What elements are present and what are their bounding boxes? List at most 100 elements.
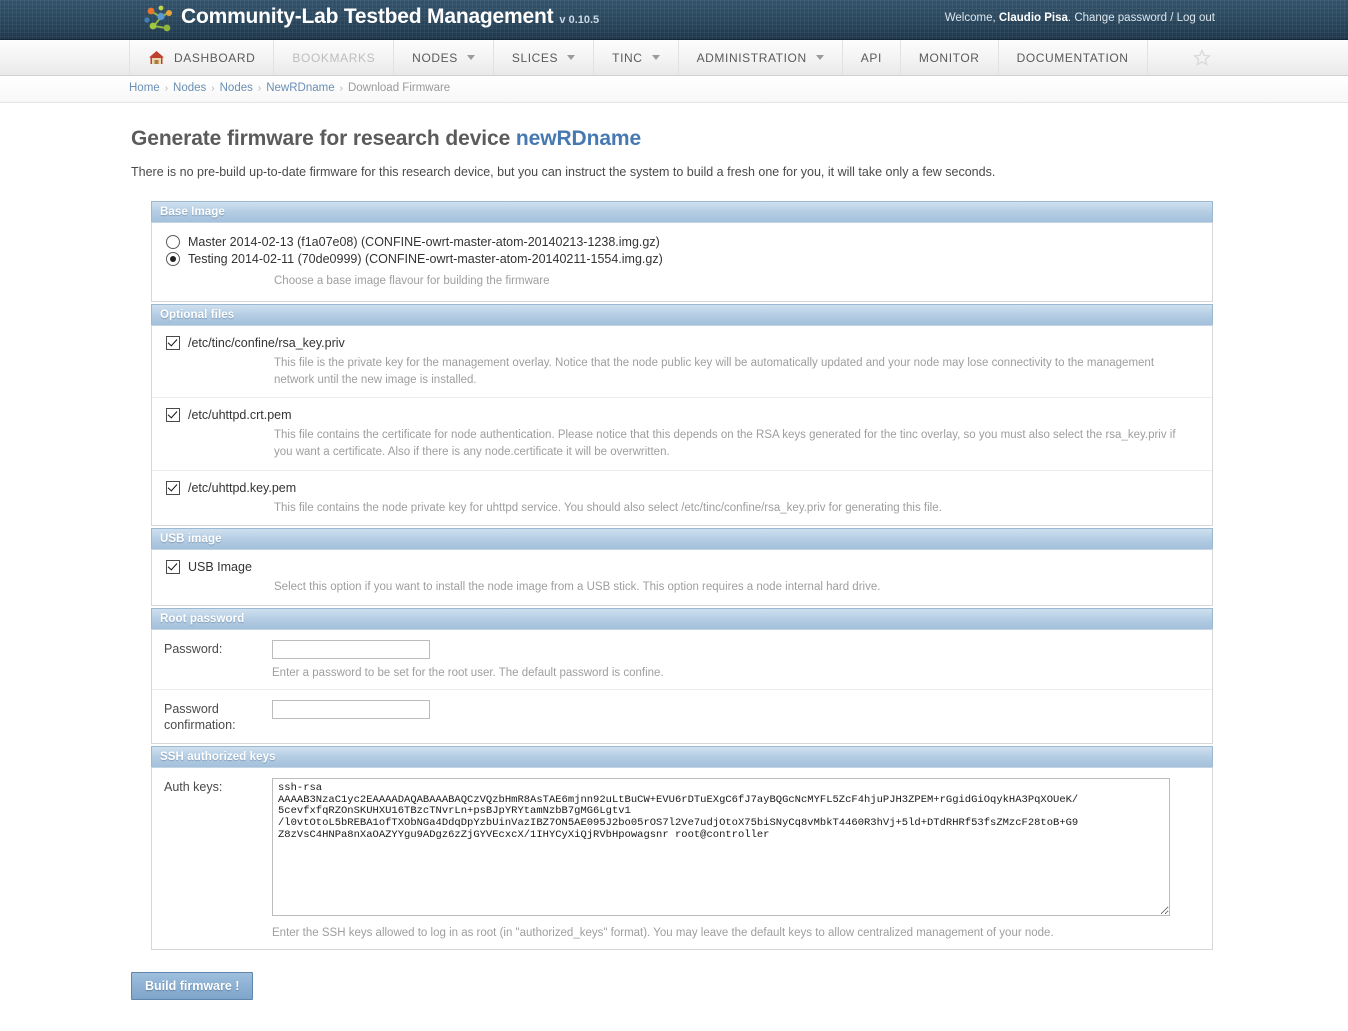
password-confirmation-input[interactable] bbox=[272, 700, 430, 719]
ssh-keys-legend: SSH authorized keys bbox=[151, 746, 1213, 767]
brand-name: Community-Lab Testbed Management bbox=[181, 5, 553, 28]
nav-item-monitor-label: MONITOR bbox=[919, 51, 980, 65]
checkbox-rsa-key-priv[interactable] bbox=[166, 336, 180, 350]
nav-item-documentation-label: DOCUMENTATION bbox=[1017, 51, 1129, 65]
root-password-legend: Root password bbox=[151, 608, 1213, 629]
usb-image-row: USB Image Select this option if you want… bbox=[152, 550, 1212, 605]
optional-file-crt-pem-help: This file contains the certificate for n… bbox=[274, 427, 1182, 460]
base-image-fieldset: Base Image Master 2014-02-13 (f1a07e08) … bbox=[151, 201, 1213, 302]
page-title-prefix: Generate firmware for research device bbox=[131, 127, 510, 150]
chevron-down-icon bbox=[652, 55, 660, 60]
usb-image-label: USB Image bbox=[188, 560, 252, 574]
nav-item-dashboard[interactable]: DASHBOARD bbox=[129, 40, 274, 75]
nav-item-slices-label: SLICES bbox=[512, 51, 558, 65]
optional-files-legend: Optional files bbox=[151, 304, 1213, 325]
password-confirmation-label: Password confirmation: bbox=[164, 700, 272, 733]
checkbox-uhttpd-crt-pem[interactable] bbox=[166, 408, 180, 422]
breadcrumb-item-nodes-2[interactable]: Nodes bbox=[220, 82, 253, 94]
radio-base-image-master[interactable] bbox=[166, 235, 180, 249]
site-header: Community-Lab Testbed Managementv 0.10.5… bbox=[0, 0, 1348, 40]
main-content: Generate firmware for research device ne… bbox=[129, 103, 1219, 1000]
main-navigation: DASHBOARD BOOKMARKS NODES SLICES TINC AD… bbox=[0, 40, 1348, 76]
optional-file-key-pem-label: /etc/uhttpd.key.pem bbox=[188, 481, 296, 495]
ssh-authorized-keys-fieldset: SSH authorized keys Auth keys: ssh-rsa A… bbox=[151, 746, 1213, 950]
chevron-down-icon bbox=[816, 55, 824, 60]
root-password-fieldset: Root password Password: Enter a password… bbox=[151, 608, 1213, 744]
base-image-option-master[interactable]: Master 2014-02-13 (f1a07e08) (CONFINE-ow… bbox=[152, 235, 1212, 249]
ssh-keys-row: Auth keys: ssh-rsa AAAAB3NzaC1yc2EAAAADA… bbox=[152, 768, 1212, 949]
nav-item-tinc-label: TINC bbox=[612, 51, 642, 65]
breadcrumb: Home›Nodes›Nodes›NewRDname›Download Firm… bbox=[129, 76, 1219, 94]
nav-item-nodes[interactable]: NODES bbox=[394, 40, 494, 75]
optional-file-key-pem-help: This file contains the node private key … bbox=[274, 500, 1182, 517]
base-image-option-testing-label: Testing 2014-02-11 (70de0999) (CONFINE-o… bbox=[188, 252, 663, 266]
page-intro-text: There is no pre-build up-to-date firmwar… bbox=[131, 165, 1219, 179]
base-image-help-text: Choose a base image flavour for building… bbox=[274, 269, 1212, 297]
logout-link[interactable]: Log out bbox=[1177, 12, 1215, 24]
links-divider: / bbox=[1170, 12, 1173, 24]
nav-item-administration-label: ADMINISTRATION bbox=[697, 51, 807, 65]
welcome-separator: . bbox=[1068, 12, 1071, 24]
optional-file-rsa-key-help: This file is the private key for the man… bbox=[274, 355, 1182, 388]
nav-item-api-label: API bbox=[861, 51, 882, 65]
nav-item-api[interactable]: API bbox=[843, 40, 901, 75]
usb-image-help: Select this option if you want to instal… bbox=[274, 579, 1182, 596]
nav-item-documentation[interactable]: DOCUMENTATION bbox=[999, 40, 1148, 75]
password-input[interactable] bbox=[272, 640, 430, 659]
submit-area: Build firmware ! bbox=[131, 972, 1219, 1000]
password-help: Enter a password to be set for the root … bbox=[272, 667, 1212, 679]
nav-item-bookmarks[interactable]: BOOKMARKS bbox=[274, 40, 394, 75]
page-brand-title: Community-Lab Testbed Managementv 0.10.5 bbox=[181, 5, 599, 29]
nav-item-administration[interactable]: ADMINISTRATION bbox=[679, 40, 843, 75]
radio-base-image-testing[interactable] bbox=[166, 252, 180, 266]
breadcrumb-bar: Home›Nodes›Nodes›NewRDname›Download Firm… bbox=[0, 76, 1348, 103]
optional-file-rsa-key[interactable]: /etc/tinc/confine/rsa_key.priv bbox=[152, 336, 1212, 350]
usb-image-option[interactable]: USB Image bbox=[152, 560, 1212, 574]
build-firmware-button[interactable]: Build firmware ! bbox=[131, 972, 253, 1000]
auth-keys-label: Auth keys: bbox=[164, 778, 272, 796]
base-image-options-row: Master 2014-02-13 (f1a07e08) (CONFINE-ow… bbox=[152, 223, 1212, 301]
chevron-down-icon bbox=[467, 55, 475, 60]
password-label: Password: bbox=[164, 640, 272, 658]
welcome-bar: Welcome, Claudio Pisa. Change password /… bbox=[945, 12, 1215, 24]
user-name: Claudio Pisa bbox=[999, 12, 1068, 24]
page-title: Generate firmware for research device ne… bbox=[131, 127, 1219, 151]
breadcrumb-separator: › bbox=[258, 83, 261, 94]
password-row: Password: Enter a password to be set for… bbox=[152, 630, 1212, 690]
breadcrumb-item-current: Download Firmware bbox=[348, 82, 450, 94]
firmware-form: Base Image Master 2014-02-13 (f1a07e08) … bbox=[151, 201, 1213, 950]
change-password-link[interactable]: Change password bbox=[1074, 12, 1167, 24]
nav-item-dashboard-label: DASHBOARD bbox=[174, 51, 255, 65]
optional-file-row-key-pem: /etc/uhttpd.key.pem This file contains t… bbox=[152, 471, 1212, 526]
usb-image-fieldset: USB image USB Image Select this option i… bbox=[151, 528, 1213, 606]
optional-file-key-pem[interactable]: /etc/uhttpd.key.pem bbox=[152, 481, 1212, 495]
optional-file-row-crt-pem: /etc/uhttpd.crt.pem This file contains t… bbox=[152, 398, 1212, 470]
breadcrumb-separator: › bbox=[340, 83, 343, 94]
optional-file-rsa-key-label: /etc/tinc/confine/rsa_key.priv bbox=[188, 336, 345, 350]
ssh-keys-help: Enter the SSH keys allowed to log in as … bbox=[272, 927, 1212, 939]
breadcrumb-separator: › bbox=[211, 83, 214, 94]
nav-item-bookmarks-label: BOOKMARKS bbox=[292, 51, 375, 65]
base-image-option-testing[interactable]: Testing 2014-02-11 (70de0999) (CONFINE-o… bbox=[152, 252, 1212, 266]
base-image-option-master-label: Master 2014-02-13 (f1a07e08) (CONFINE-ow… bbox=[188, 235, 660, 249]
nav-item-slices[interactable]: SLICES bbox=[494, 40, 594, 75]
optional-files-fieldset: Optional files /etc/tinc/confine/rsa_key… bbox=[151, 304, 1213, 526]
breadcrumb-item-nodes[interactable]: Nodes bbox=[173, 82, 206, 94]
nav-item-monitor[interactable]: MONITOR bbox=[901, 40, 999, 75]
password-confirmation-row: Password confirmation: bbox=[152, 690, 1212, 743]
optional-file-row-rsa-key: /etc/tinc/confine/rsa_key.priv This file… bbox=[152, 326, 1212, 398]
checkbox-usb-image[interactable] bbox=[166, 560, 180, 574]
network-nodes-logo-icon bbox=[141, 3, 175, 37]
breadcrumb-item-newrdname[interactable]: NewRDname bbox=[266, 82, 334, 94]
star-bookmark-icon[interactable] bbox=[1193, 49, 1211, 67]
welcome-prefix: Welcome, bbox=[945, 12, 996, 24]
nav-item-nodes-label: NODES bbox=[412, 51, 458, 65]
nav-item-tinc[interactable]: TINC bbox=[594, 40, 678, 75]
usb-image-legend: USB image bbox=[151, 528, 1213, 549]
checkbox-uhttpd-key-pem[interactable] bbox=[166, 481, 180, 495]
optional-file-crt-pem[interactable]: /etc/uhttpd.crt.pem bbox=[152, 408, 1212, 422]
chevron-down-icon bbox=[567, 55, 575, 60]
breadcrumb-item-home[interactable]: Home bbox=[129, 82, 160, 94]
auth-keys-textarea[interactable]: ssh-rsa AAAAB3NzaC1yc2EAAAADAQABAAABAQCz… bbox=[272, 778, 1170, 916]
optional-file-crt-pem-label: /etc/uhttpd.crt.pem bbox=[188, 408, 292, 422]
